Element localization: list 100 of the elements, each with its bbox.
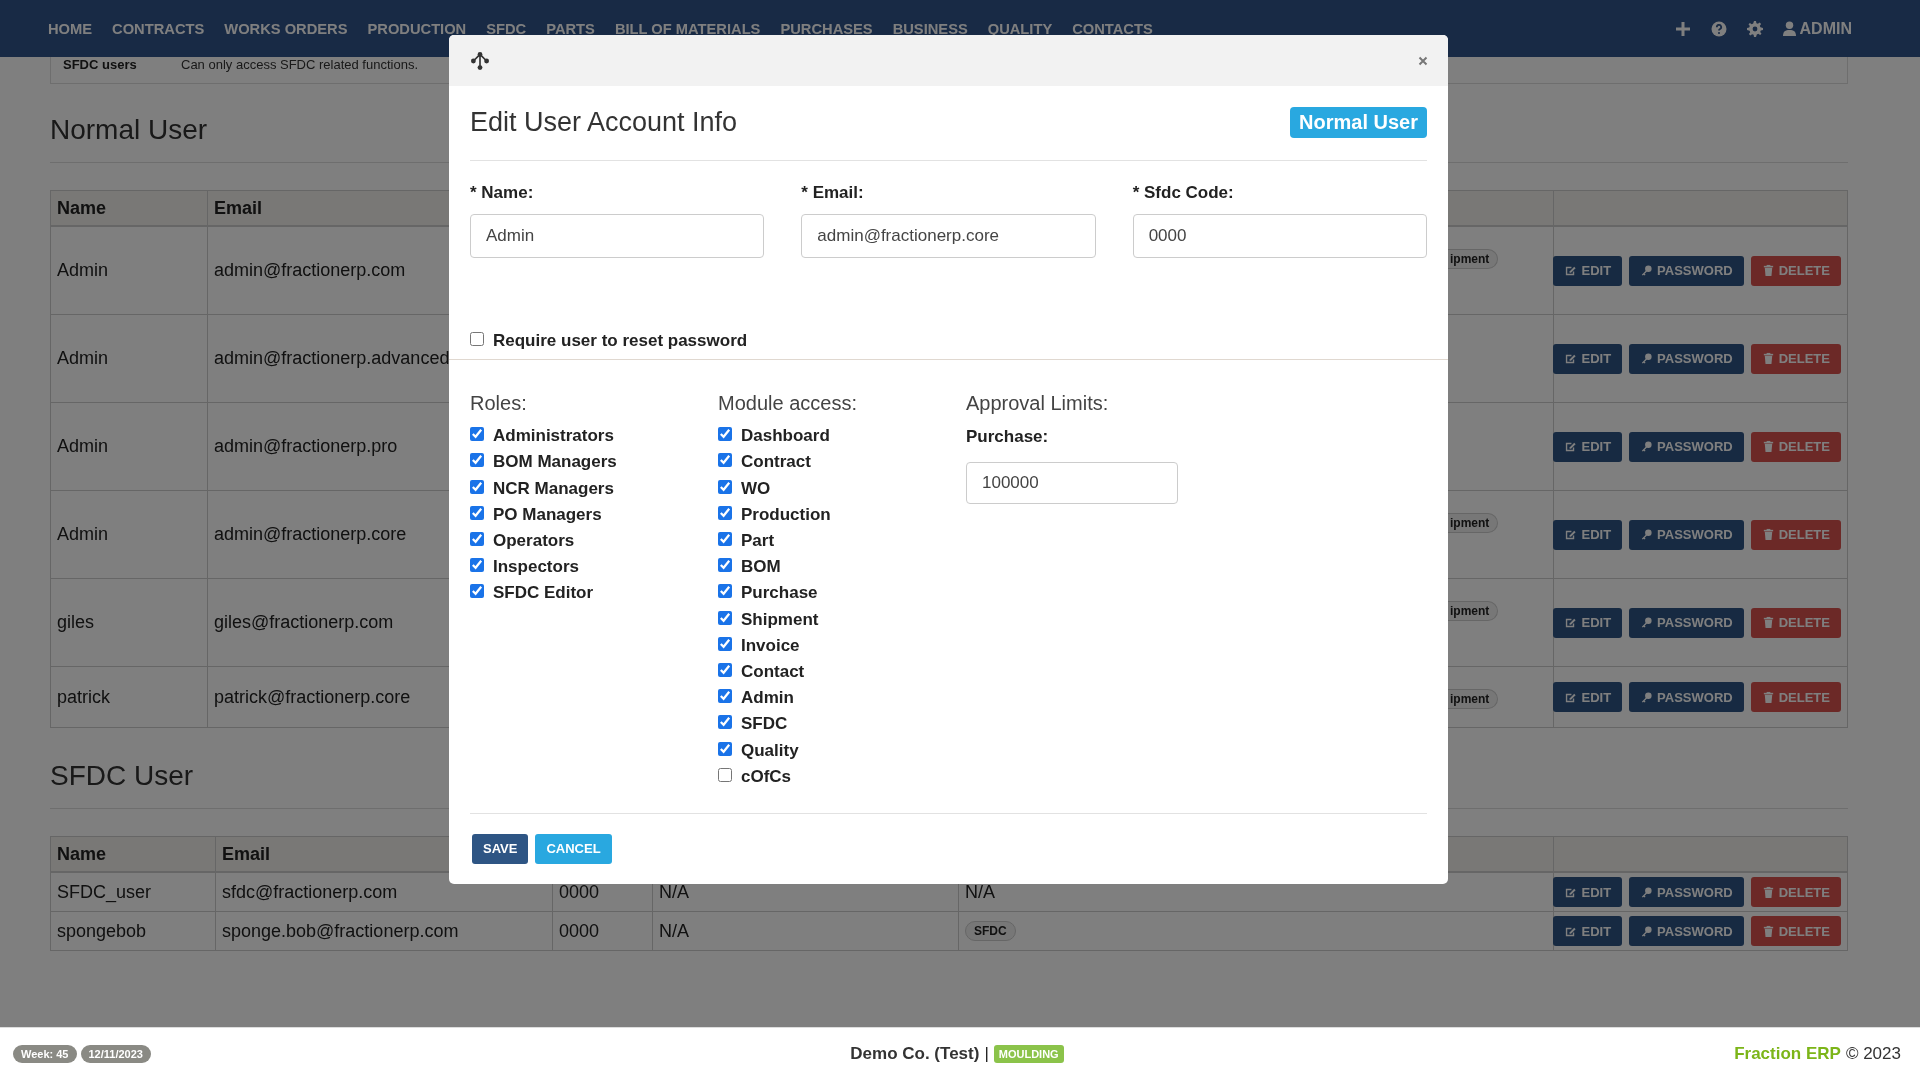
key-icon (1640, 885, 1654, 899)
checkbox[interactable] (718, 767, 732, 782)
checkbox[interactable] (470, 427, 484, 442)
checkbox[interactable] (718, 427, 732, 442)
key-icon (1640, 440, 1654, 453)
input-field[interactable]: 100000 (966, 462, 1178, 505)
field-label: Purchase: (966, 427, 1050, 448)
delete-button[interactable]: DELETE (1750, 343, 1841, 374)
table-cell: Admin (51, 491, 208, 579)
checkbox[interactable] (718, 584, 732, 599)
role-tag: ipment (1448, 513, 1499, 533)
key-icon (1640, 924, 1654, 938)
role-description: Can only access SFDC related functions. (181, 57, 418, 72)
edit-button[interactable]: EDIT (1553, 343, 1623, 374)
password-button[interactable]: PASSWORD (1629, 343, 1744, 374)
key-icon (1640, 528, 1654, 541)
role-tag: ipment (1448, 249, 1499, 269)
password-button[interactable]: PASSWORD (1629, 431, 1744, 462)
password-button[interactable]: PASSWORD (1629, 607, 1744, 638)
close-icon[interactable] (1418, 55, 1428, 66)
key-icon (1640, 690, 1654, 704)
settings-icon[interactable] (1746, 20, 1763, 37)
plus-icon[interactable] (1674, 20, 1691, 37)
checkbox-label: Dashboard (741, 426, 830, 447)
checkbox[interactable] (718, 741, 732, 756)
checkbox[interactable] (470, 584, 484, 599)
delete-button[interactable]: DELETE (1750, 607, 1841, 638)
password-button[interactable]: PASSWORD (1629, 519, 1744, 550)
checkbox[interactable] (470, 453, 484, 468)
nav-link[interactable]: SFDC (486, 20, 527, 37)
checkbox-label: WO (741, 478, 771, 499)
nav-link[interactable]: QUALITY (987, 20, 1053, 37)
table-cell: giles (51, 579, 208, 667)
checkbox[interactable] (470, 558, 484, 573)
nav-link[interactable]: BUSINESS (892, 20, 968, 37)
edit-button[interactable]: EDIT (1553, 255, 1623, 286)
nav-link[interactable]: PARTS (546, 20, 595, 37)
checkbox[interactable] (718, 636, 732, 651)
edit-button[interactable]: EDIT (1553, 877, 1623, 907)
edit-button[interactable]: EDIT (1553, 916, 1623, 946)
key-icon (1640, 616, 1654, 629)
checkbox[interactable] (718, 610, 732, 625)
checkbox[interactable] (718, 532, 732, 547)
password-button[interactable]: PASSWORD (1629, 682, 1744, 712)
checkbox-label: SFDC (741, 714, 788, 735)
delete-button[interactable]: DELETE (1750, 431, 1841, 462)
checkbox[interactable] (718, 453, 732, 468)
table-cell: Admin (51, 403, 208, 491)
edit-button[interactable]: EDIT (1553, 431, 1623, 462)
checkbox[interactable] (470, 332, 484, 347)
nav-link[interactable]: CONTRACTS (112, 20, 205, 37)
nav-link[interactable]: PURCHASES (780, 20, 873, 37)
role-name: SFDC users (63, 57, 138, 72)
site-tag: MOULDING (993, 1045, 1064, 1063)
company-name: Demo Co. (Test) (850, 1044, 980, 1064)
delete-button[interactable]: DELETE (1750, 916, 1841, 946)
password-button[interactable]: PASSWORD (1629, 877, 1744, 907)
input-field[interactable]: 0000 (1132, 214, 1427, 258)
checkbox[interactable] (718, 558, 732, 573)
checkbox[interactable] (718, 662, 732, 677)
checkbox[interactable] (718, 505, 732, 520)
edit-icon (1564, 616, 1578, 629)
checkbox[interactable] (718, 689, 732, 704)
checkbox[interactable] (470, 532, 484, 547)
nav-link[interactable]: CONTACTS (1072, 20, 1153, 37)
user-icon (1782, 21, 1796, 36)
trash-icon (1761, 528, 1775, 541)
nav-link[interactable]: PRODUCTION (367, 20, 467, 37)
role-tag: SFDC (965, 921, 1016, 941)
password-button[interactable]: PASSWORD (1629, 916, 1744, 946)
delete-button[interactable]: DELETE (1750, 519, 1841, 550)
input-field[interactable]: admin@fractionerp.core (801, 214, 1096, 258)
table-cell: SFDC_user (51, 873, 216, 912)
nav-link[interactable]: HOME (48, 20, 93, 37)
edit-button[interactable]: EDIT (1553, 607, 1623, 638)
checkbox-label: Production (741, 504, 831, 525)
checkbox[interactable] (718, 479, 732, 494)
delete-button[interactable]: DELETE (1750, 682, 1841, 712)
trash-icon (1761, 440, 1775, 453)
table-cell: N/A (653, 912, 959, 951)
nav-link[interactable]: BILL OF MATERIALS (614, 20, 761, 37)
checkbox[interactable] (470, 505, 484, 520)
field-label: * Sfdc Code: (1132, 183, 1235, 203)
input-field[interactable]: Admin (470, 214, 765, 258)
edit-icon (1564, 352, 1578, 365)
checkbox[interactable] (718, 715, 732, 730)
save-button[interactable]: SAVE (472, 833, 529, 864)
help-icon[interactable] (1710, 20, 1727, 37)
nav-link[interactable]: WORKS ORDERS (224, 20, 348, 37)
edit-icon (1564, 440, 1578, 453)
delete-button[interactable]: DELETE (1750, 255, 1841, 286)
edit-button[interactable]: EDIT (1553, 682, 1623, 712)
edit-button[interactable]: EDIT (1553, 519, 1623, 550)
table-cell: Admin (51, 315, 208, 403)
user-menu[interactable]: ADMIN (1782, 19, 1852, 38)
delete-button[interactable]: DELETE (1750, 877, 1841, 907)
trash-icon (1761, 352, 1775, 365)
password-button[interactable]: PASSWORD (1629, 255, 1744, 286)
checkbox[interactable] (470, 479, 484, 494)
cancel-button[interactable]: CANCEL (535, 833, 612, 864)
